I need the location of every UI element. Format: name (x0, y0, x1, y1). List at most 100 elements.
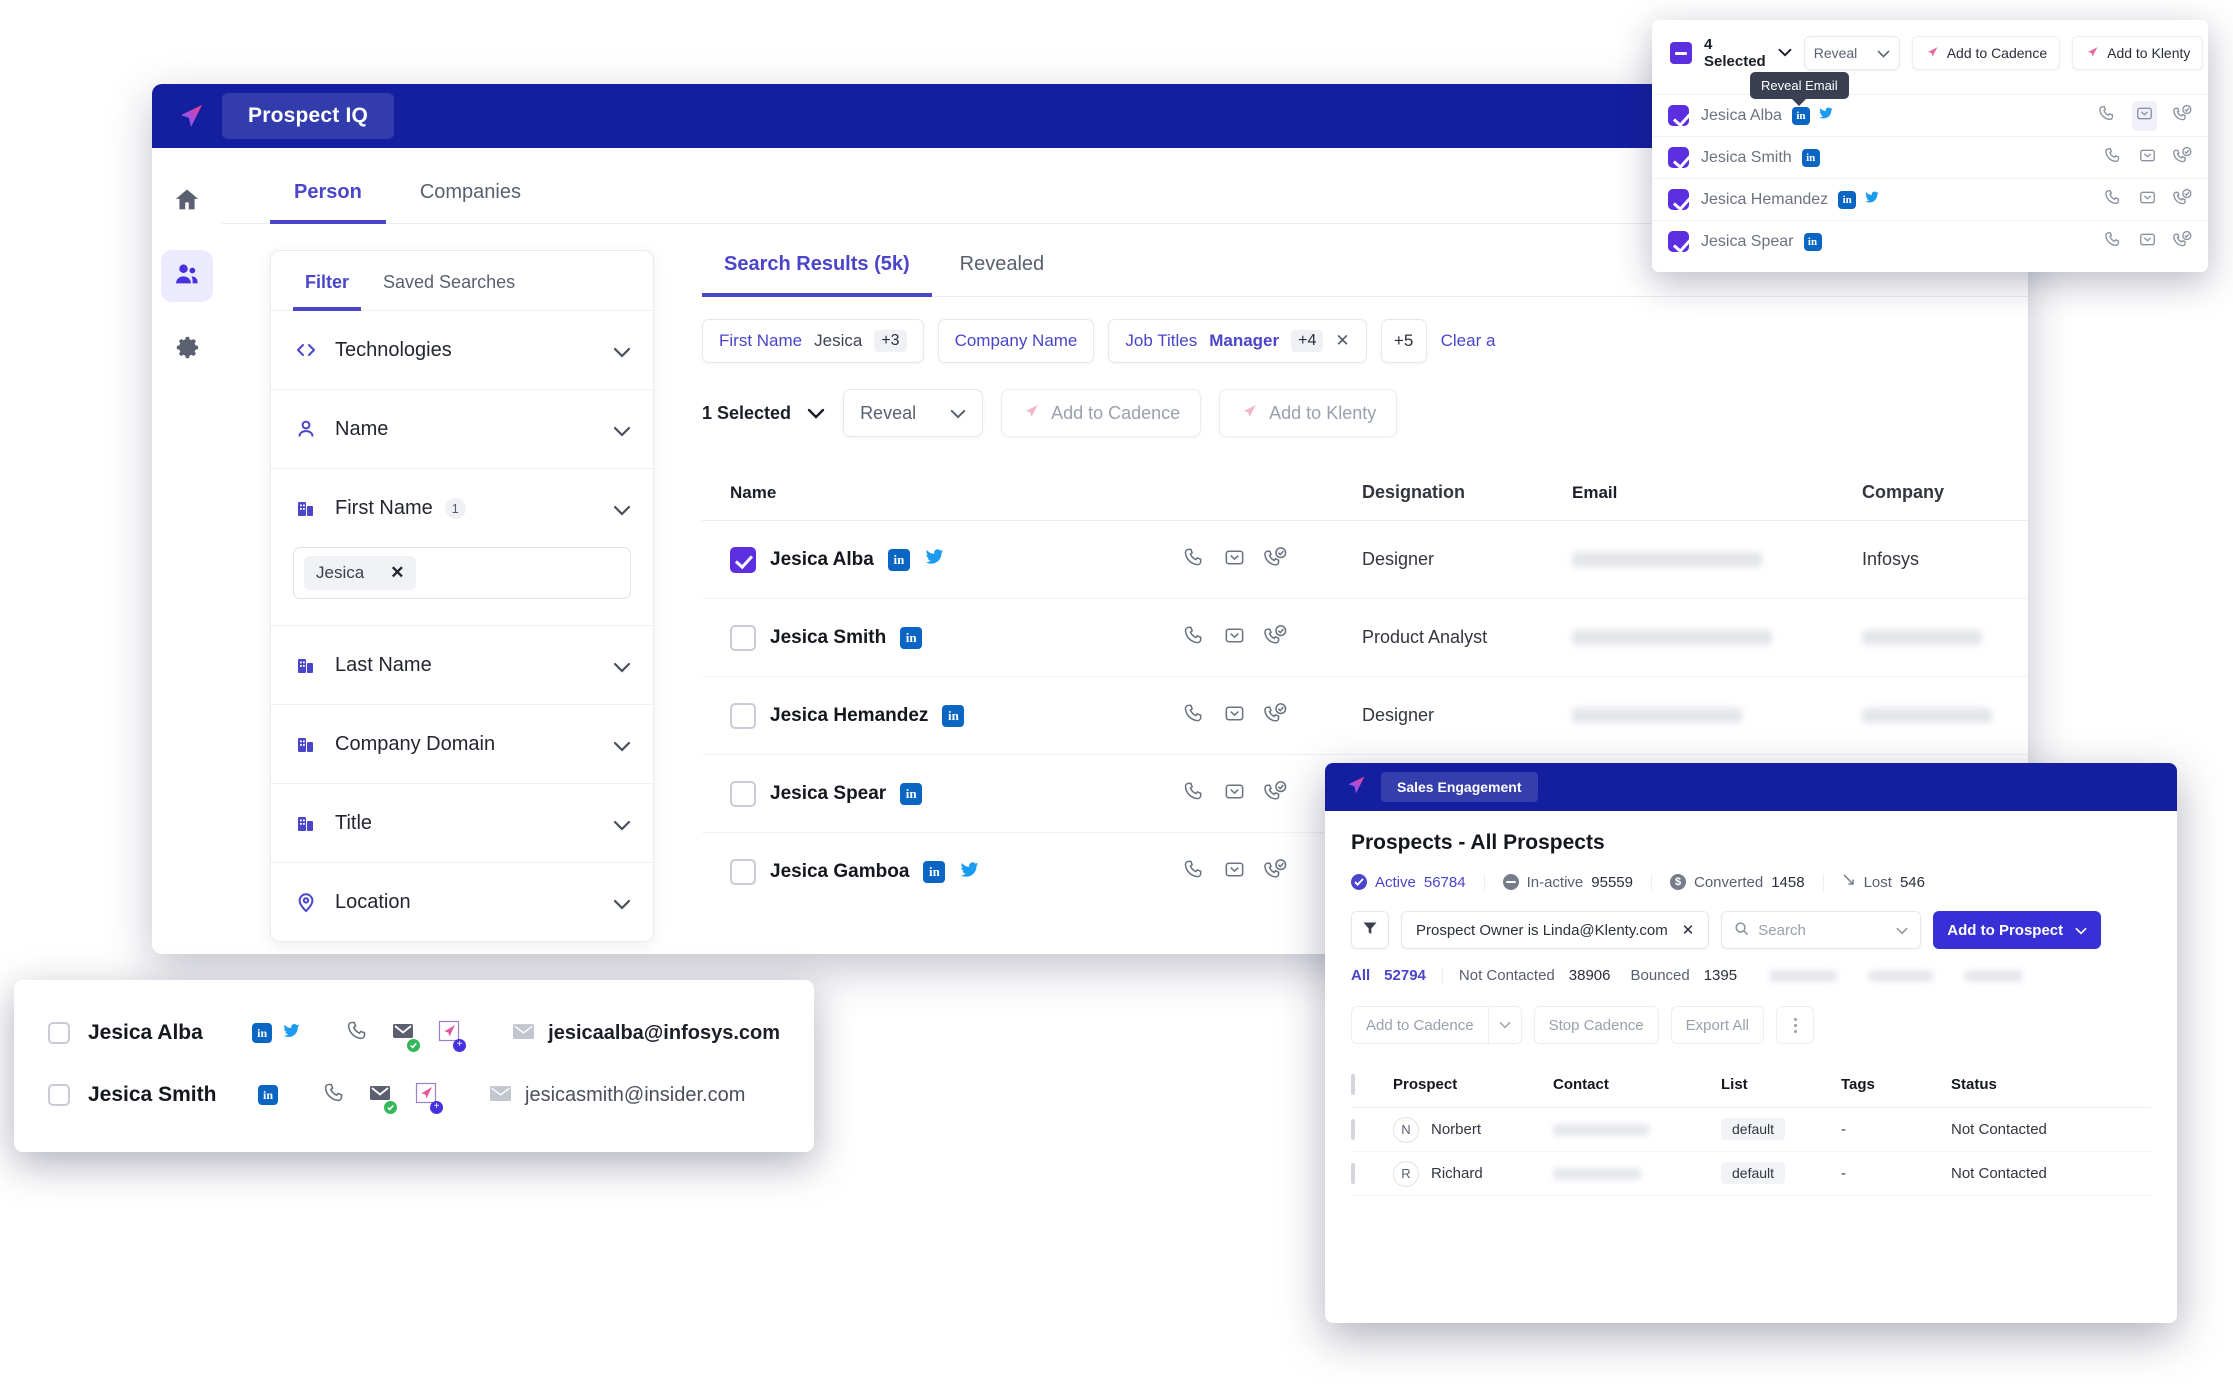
add-to-prospect-button[interactable]: Add to Prospect (1933, 911, 2102, 949)
phone-icon[interactable] (322, 1081, 346, 1110)
linkedin-icon[interactable]: in (887, 548, 910, 571)
reveal-email-icon[interactable] (1223, 780, 1246, 808)
reveal-email-icon[interactable] (1223, 702, 1246, 730)
filter-row-title-header[interactable]: Title (293, 784, 631, 862)
row-checkbox[interactable] (1668, 147, 1689, 168)
reveal-email-icon[interactable] (1223, 858, 1246, 886)
subfilter-all[interactable]: All 52794 (1351, 967, 1443, 984)
table-row[interactable]: Jesica Smith in Product Analyst (702, 599, 2028, 677)
prospect-owner-filter-chip[interactable]: Prospect Owner is Linda@Klenty.com ✕ (1401, 911, 1710, 949)
overlay-add-to-cadence-button[interactable]: Add to Cadence (1911, 36, 2061, 70)
linkedin-icon[interactable]: in (1803, 232, 1822, 251)
chevron-down-icon[interactable] (1778, 44, 1792, 62)
linkedin-icon[interactable]: in (923, 861, 946, 883)
reveal-phone-icon[interactable] (2173, 188, 2192, 212)
reveal-phone-icon[interactable] (2173, 104, 2192, 128)
email-verified-icon[interactable] (391, 1019, 421, 1052)
close-icon[interactable]: ✕ (1335, 331, 1349, 351)
subfilter-bounced[interactable]: Bounced 1395 (1627, 967, 1754, 984)
select-all-checkbox[interactable] (1351, 1074, 1355, 1095)
rail-item-home[interactable] (161, 176, 213, 228)
phone-icon[interactable] (2097, 104, 2116, 128)
close-icon[interactable]: ✕ (390, 563, 404, 583)
twitter-icon[interactable] (959, 859, 980, 886)
reveal-phone-icon[interactable] (2173, 146, 2192, 170)
twitter-icon[interactable] (1818, 105, 1834, 126)
more-options-icon[interactable] (1776, 1006, 1815, 1044)
stat-lost[interactable]: Lost 546 (1824, 873, 1943, 891)
reveal-phone-icon[interactable] (1264, 858, 1287, 886)
add-to-cadence-icon[interactable]: + (414, 1081, 443, 1114)
clear-all-link[interactable]: Clear a (1441, 331, 1496, 351)
revealed-row[interactable]: Jesica Alba in + jesicaalba@infosys.com (14, 1002, 814, 1064)
rail-item-settings[interactable] (161, 324, 213, 376)
overlay-row[interactable]: Jesica Hemandez in (1652, 178, 2208, 220)
tab-search-results[interactable]: Search Results (5k) (702, 243, 932, 297)
row-checkbox[interactable] (1668, 231, 1689, 252)
linkedin-icon[interactable]: in (942, 704, 965, 727)
table-row[interactable]: N Norbert default - Not Contacted (1351, 1108, 2151, 1152)
row-checkbox[interactable] (1351, 1119, 1355, 1140)
twitter-icon[interactable] (282, 1021, 301, 1045)
tab-filter[interactable]: Filter (293, 264, 362, 311)
stat-inactive[interactable]: In-active 95559 (1485, 873, 1652, 891)
stop-cadence-button[interactable]: Stop Cadence (1533, 1006, 1659, 1044)
overlay-row[interactable]: Jesica Smith in (1652, 136, 2208, 178)
phone-icon[interactable] (1182, 702, 1205, 730)
phone-icon[interactable] (1182, 624, 1205, 652)
row-checkbox[interactable] (1668, 105, 1689, 126)
phone-icon[interactable] (345, 1019, 369, 1048)
add-to-cadence-split-button[interactable]: Add to Cadence (1351, 1006, 1522, 1044)
table-row[interactable]: R Richard default - Not Contacted (1351, 1152, 2151, 1196)
reveal-phone-icon[interactable] (1264, 546, 1287, 574)
chip-company-name[interactable]: Company Name (937, 319, 1095, 363)
overlay-row[interactable]: Jesica Alba in (1652, 94, 2208, 136)
table-row[interactable]: Jesica Hemandez in Designer (702, 677, 2028, 755)
linkedin-icon[interactable]: in (900, 782, 923, 805)
close-icon[interactable]: ✕ (1682, 921, 1695, 939)
reveal-email-icon[interactable] (2138, 188, 2157, 212)
filter-row-first-name-header[interactable]: First Name 1 (293, 469, 631, 547)
row-checkbox[interactable] (1351, 1163, 1355, 1184)
filter-row-location-header[interactable]: Location (293, 863, 631, 941)
selection-count[interactable]: 1 Selected (702, 403, 825, 424)
linkedin-icon[interactable]: in (1838, 190, 1857, 209)
filter-row-company-domain-header[interactable]: Company Domain (293, 705, 631, 783)
twitter-icon[interactable] (924, 546, 945, 573)
reveal-email-icon[interactable] (1223, 624, 1246, 652)
reveal-phone-icon[interactable] (1264, 624, 1287, 652)
tab-revealed[interactable]: Revealed (938, 243, 1067, 297)
row-checkbox[interactable] (48, 1022, 70, 1044)
tab-saved-searches[interactable]: Saved Searches (371, 264, 527, 311)
linkedin-icon[interactable]: in (900, 626, 923, 649)
table-row[interactable]: Jesica Alba in Designer Infosys (702, 521, 2028, 599)
row-checkbox[interactable] (730, 546, 756, 573)
phone-icon[interactable] (1182, 546, 1205, 574)
tab-companies[interactable]: Companies (396, 171, 545, 224)
reveal-phone-icon[interactable] (1264, 702, 1287, 730)
more-filters-chip[interactable]: +5 (1380, 319, 1427, 363)
reveal-email-icon[interactable] (2132, 100, 2157, 131)
reveal-email-icon[interactable] (2138, 146, 2157, 170)
export-all-button[interactable]: Export All (1670, 1006, 1765, 1044)
add-to-klenty-button[interactable]: Add to Klenty (1219, 389, 1398, 437)
row-checkbox[interactable] (730, 859, 756, 885)
linkedin-icon[interactable]: in (258, 1085, 278, 1105)
indeterminate-checkbox[interactable] (1670, 42, 1692, 64)
stat-active[interactable]: Active 56784 (1351, 873, 1485, 891)
overlay-add-to-klenty-button[interactable]: Add to Klenty (2072, 36, 2204, 70)
row-checkbox[interactable] (48, 1084, 70, 1106)
phone-icon[interactable] (1182, 780, 1205, 808)
revealed-row[interactable]: Jesica Smith in + jesicasmith@insider.co… (14, 1064, 814, 1126)
email-verified-icon[interactable] (368, 1081, 397, 1114)
row-checkbox[interactable] (730, 624, 756, 651)
filter-row-technologies-header[interactable]: Technologies (293, 311, 631, 389)
overlay-reveal-dropdown[interactable]: Reveal (1803, 36, 1900, 70)
chevron-down-icon[interactable] (1487, 1007, 1521, 1043)
phone-icon[interactable] (2103, 188, 2122, 212)
reveal-phone-icon[interactable] (2173, 230, 2192, 254)
reveal-email-icon[interactable] (2138, 230, 2157, 254)
add-to-cadence-icon[interactable]: + (437, 1019, 467, 1052)
reveal-phone-icon[interactable] (1264, 780, 1287, 808)
row-checkbox[interactable] (730, 780, 756, 807)
